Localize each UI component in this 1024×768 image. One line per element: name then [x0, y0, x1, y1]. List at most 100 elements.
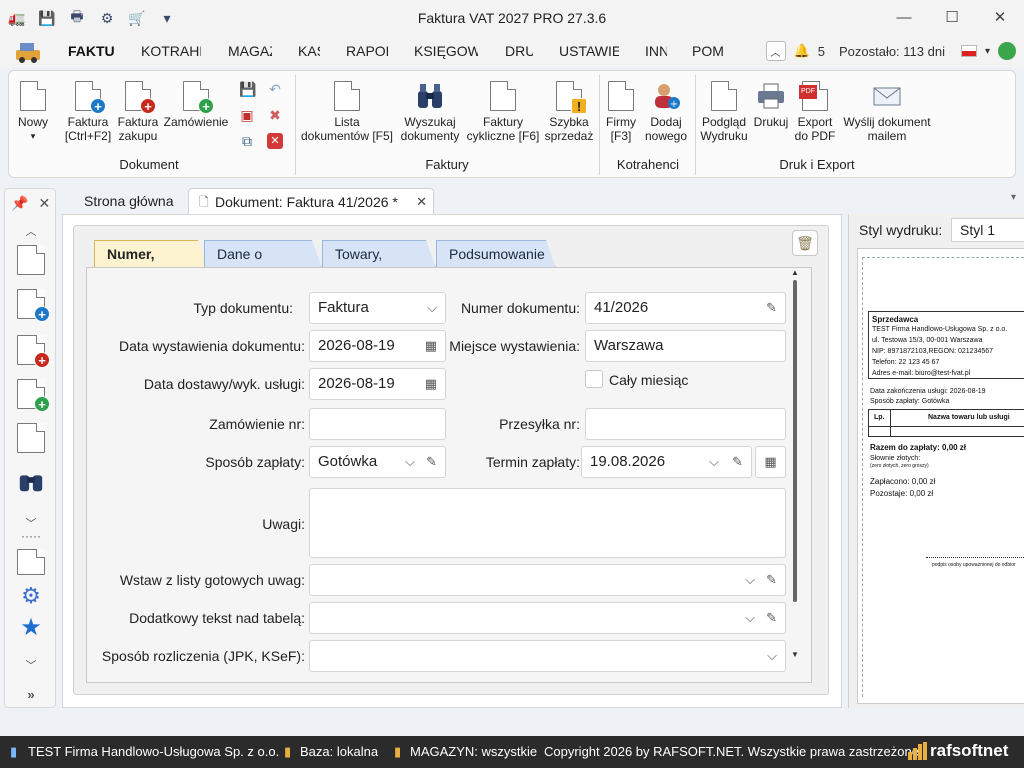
menu-tab-pomoc[interactable]: POMO — [692, 43, 724, 59]
tab-home[interactable]: Strona główna — [74, 188, 184, 214]
typ-dokumentu-select[interactable]: Faktura ⌵ — [309, 292, 446, 324]
sposob-rozliczenia-select[interactable]: ⌵ — [309, 640, 786, 672]
expand-down-icon[interactable]: ﹀ — [5, 657, 57, 673]
bell-icon[interactable]: 🔔 — [794, 43, 810, 59]
scroll-thumb[interactable] — [793, 280, 797, 602]
wyszukaj-button[interactable]: Wyszukaj dokumenty — [399, 81, 461, 143]
undo-icon[interactable]: ↶ — [267, 81, 283, 97]
flag-pl-icon[interactable] — [960, 45, 977, 57]
delete-icon[interactable]: ✖ — [267, 107, 283, 123]
menu-tab-ustawienia[interactable]: USTAWIE — [559, 43, 619, 59]
form-scrollbar[interactable]: ▲ ▼ — [791, 268, 799, 668]
pin-icon[interactable]: 📌 — [11, 195, 28, 212]
cart-icon[interactable]: 🛒 — [126, 7, 148, 29]
menu-tab-raporty[interactable]: RAPOR — [346, 43, 388, 59]
close-doc-icon[interactable]: ✕ — [267, 133, 283, 149]
sidebar-settings-icon[interactable]: ⚙ — [17, 583, 45, 613]
sidebar-favorites-icon[interactable]: ★ — [17, 613, 45, 643]
przesylka-input[interactable] — [585, 408, 786, 440]
edit-icon[interactable]: ✎ — [766, 293, 777, 323]
edit-icon[interactable]: ✎ — [426, 447, 437, 477]
invoice-add-icon: + — [75, 81, 106, 114]
save-close-icon[interactable]: ▣ — [239, 107, 255, 123]
scroll-up-icon[interactable]: ︿ — [5, 223, 57, 239]
status-icon[interactable] — [998, 42, 1016, 60]
faktury-cykliczne-button[interactable]: Faktury cykliczne [F6] — [465, 81, 541, 143]
close-tab-icon[interactable]: ✕ — [416, 189, 427, 215]
sidebar-search-icon[interactable] — [17, 465, 45, 495]
data-wystawienia-input[interactable]: 2026-08-19 ▦ — [309, 330, 446, 362]
data-dostawy-input[interactable]: 2026-08-19 ▦ — [309, 368, 446, 400]
termin-zaplaty-select[interactable]: 19.08.2026 ⌵ ✎ — [581, 446, 752, 478]
tab-document[interactable]: 🗋 Dokument: Faktura 41/2026 * ✕ — [188, 188, 434, 214]
app-icon[interactable]: 🚛 — [6, 7, 28, 29]
dodaj-nowego-button[interactable]: + Dodaj nowego — [643, 81, 689, 143]
edit-icon[interactable]: ✎ — [766, 603, 777, 633]
firmy-button[interactable]: Firmy [F3] — [603, 81, 639, 143]
szybka-sprzedaz-button[interactable]: ! Szybka sprzedaż — [543, 81, 595, 143]
lista-dokumentow-button[interactable]: Lista dokumentów [F5] — [299, 81, 395, 143]
drukuj-button[interactable]: Drukuj — [751, 81, 791, 129]
podglad-wydruku-button[interactable]: Podgląd Wydruku — [699, 81, 749, 143]
numer-dokumentu-input[interactable]: 41/2026 ✎ — [585, 292, 786, 324]
zamowienie-button[interactable]: + Zamówienie — [163, 81, 229, 129]
menu-tab-druk[interactable]: DRU — [505, 43, 533, 59]
rafsoft-logo[interactable]: rafsoftnet — [930, 741, 1008, 761]
edit-icon[interactable]: ✎ — [732, 447, 743, 477]
print-icon[interactable]: 🖶 — [66, 7, 88, 29]
termin-calendar-button[interactable]: ▦ — [755, 446, 786, 478]
menu-tab-inne[interactable]: INN — [645, 43, 667, 59]
scroll-down-arrow[interactable]: ▼ — [791, 650, 799, 659]
app-logo-icon[interactable] — [14, 38, 42, 64]
menu-tab-ksiegowosc[interactable]: KSIĘGOW — [414, 43, 478, 59]
save-icon[interactable]: 💾 — [36, 7, 58, 29]
menu-tab-faktury[interactable]: FAKTU — [68, 43, 114, 59]
miejsce-wystawienia-input[interactable]: Warszawa — [585, 330, 786, 362]
calendar-icon[interactable]: ▦ — [425, 369, 437, 399]
form-tab-podsumowanie[interactable]: Podsumowanie — [436, 240, 556, 268]
sidebar-new-doc-icon[interactable] — [17, 245, 45, 275]
edit-icon[interactable]: ✎ — [766, 565, 777, 595]
scroll-up-arrow[interactable]: ▲ — [791, 268, 799, 277]
preview-page[interactable]: Sprzedawca TEST Firma Handlowo-Usługowa … — [857, 248, 1024, 704]
collapse-ribbon-button[interactable]: ︿ — [765, 41, 786, 61]
add-person-icon: + — [652, 81, 680, 111]
styl-wydruku-select[interactable]: Styl 1 — [951, 218, 1024, 242]
wstaw-uwagi-select[interactable]: ⌵ ✎ — [309, 564, 786, 596]
menu-tab-magazyn[interactable]: MAGAZ — [228, 43, 272, 59]
menu-tab-kasa[interactable]: KAS — [298, 43, 320, 59]
form-tab-numer-daty[interactable]: Numer, daty — [94, 240, 208, 268]
export-pdf-button[interactable]: PDF Export do PDF — [793, 81, 837, 143]
splitter-dots[interactable]: ····· — [5, 529, 57, 543]
tools-icon[interactable]: ⚙ — [96, 7, 118, 29]
save-icon[interactable]: 💾 — [239, 81, 256, 97]
copy-icon[interactable]: ⧉ — [239, 133, 255, 149]
minimize-button[interactable]: — — [880, 0, 928, 34]
form-tab-dane-firmy[interactable]: Dane o firmach — [204, 240, 322, 268]
trash-icon[interactable]: 🗑 — [792, 230, 818, 256]
qat-dropdown-icon[interactable]: ▾ — [156, 7, 178, 29]
sidebar-order-icon[interactable]: + — [17, 379, 50, 412]
form-tab-towary[interactable]: Towary, usługi — [322, 240, 436, 268]
maximize-button[interactable]: ☐ — [928, 0, 976, 34]
tabs-dropdown-icon[interactable]: ▾ — [1011, 192, 1016, 203]
menu-tab-kontrahenci[interactable]: KOTRAHE — [141, 43, 201, 59]
sposob-zaplaty-select[interactable]: Gotówka ⌵ ✎ — [309, 446, 446, 478]
sidebar-invoice-icon[interactable]: + — [17, 289, 50, 322]
caly-miesiac-checkbox[interactable] — [585, 370, 603, 388]
close-sidebar-icon[interactable]: ✕ — [38, 195, 50, 212]
new-button[interactable]: Nowy ▾ — [15, 81, 51, 143]
faktura-button[interactable]: + Faktura [Ctrl+F2] — [63, 81, 113, 143]
dodatkowy-tekst-select[interactable]: ⌵ ✎ — [309, 602, 786, 634]
sidebar-cash-icon[interactable] — [17, 549, 45, 575]
close-window-button[interactable]: ✕ — [976, 0, 1024, 34]
calendar-icon[interactable]: ▦ — [425, 331, 437, 361]
uwagi-textarea[interactable] — [309, 488, 786, 558]
wyslij-mailem-button[interactable]: Wyślij dokument mailem — [839, 81, 935, 143]
sidebar-list-icon[interactable] — [17, 423, 45, 453]
sidebar-purchase-icon[interactable]: + — [17, 335, 50, 368]
more-icon[interactable]: » — [5, 687, 57, 702]
zamowienie-input[interactable] — [309, 408, 446, 440]
chevron-down-icon[interactable]: ▾ — [985, 46, 990, 57]
faktura-zakupu-button[interactable]: + Faktura zakupu — [115, 81, 161, 143]
